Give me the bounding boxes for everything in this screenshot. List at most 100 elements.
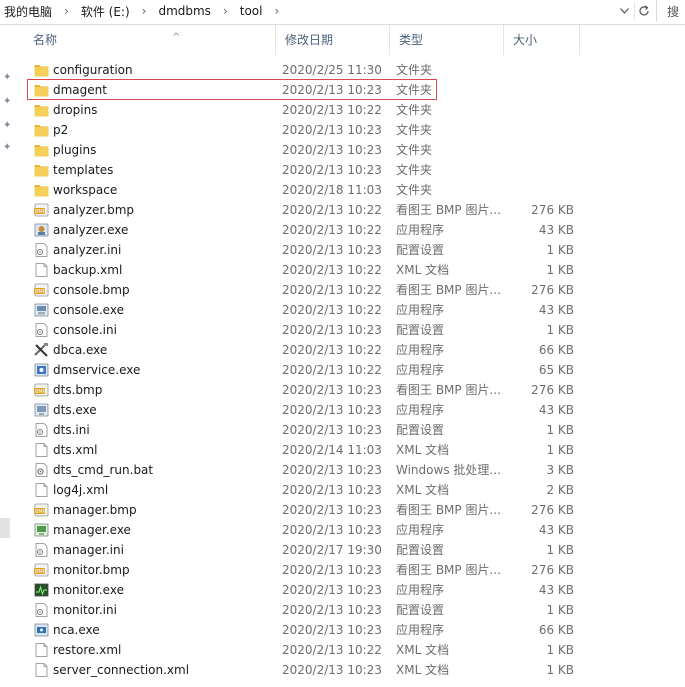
refresh-icon[interactable] <box>634 2 653 20</box>
file-type: Windows 批处理... <box>396 463 501 477</box>
dts-exe-icon <box>34 403 49 417</box>
breadcrumb-my-computer[interactable]: 我的电脑 <box>0 3 56 20</box>
list-item[interactable]: BMP monitor.bmp 2020/2/13 10:23 看图王 BMP 图片.… <box>24 560 584 580</box>
breadcrumb-tool[interactable]: tool <box>236 4 267 18</box>
file-name: templates <box>53 163 114 177</box>
file-name: dts.xml <box>53 443 98 457</box>
file-date: 2020/2/13 10:23 <box>282 603 382 617</box>
file-name: manager.ini <box>53 543 124 557</box>
bmp-icon: BMP <box>34 283 49 297</box>
breadcrumb-separator-icon[interactable]: › <box>266 4 287 18</box>
file-name: analyzer.exe <box>53 223 129 237</box>
file-date: 2020/2/13 10:22 <box>282 643 382 657</box>
file-name: console.exe <box>53 303 124 317</box>
manager-exe-icon <box>34 523 49 537</box>
file-type: 文件夹 <box>396 143 433 157</box>
list-item[interactable]: configuration 2020/2/25 11:30 文件夹 <box>24 60 584 80</box>
list-item[interactable]: p2 2020/2/13 10:23 文件夹 <box>24 120 584 140</box>
list-item[interactable]: server_connection.xml 2020/2/13 10:23 XML … <box>24 660 584 680</box>
sort-ascending-icon: ^ <box>172 32 181 43</box>
breadcrumb-drive-e[interactable]: 软件 (E:) <box>77 3 134 20</box>
file-size: 43 KB <box>538 523 574 537</box>
column-date-header[interactable]: 修改日期 <box>276 25 390 55</box>
search-input[interactable]: 搜 <box>656 0 685 22</box>
list-item[interactable]: backup.xml 2020/2/13 10:22 XML 文档 1 KB <box>24 260 584 280</box>
monitor-exe-icon <box>34 583 49 597</box>
list-item[interactable]: monitor.exe 2020/2/13 10:23 应用程序 43 KB <box>24 580 584 600</box>
list-item[interactable]: workspace 2020/2/18 11:03 文件夹 <box>24 180 584 200</box>
file-size: 1 KB <box>546 263 574 277</box>
file-type: 配置设置 <box>396 243 445 257</box>
list-item[interactable]: manager.ini 2020/2/17 19:30 配置设置 1 KB <box>24 540 584 560</box>
address-bar[interactable]: 我的电脑 › 软件 (E:) › dmdbms › tool › 搜 <box>0 0 685 25</box>
list-item[interactable]: console.ini 2020/2/13 10:23 配置设置 1 KB <box>24 320 584 340</box>
file-type: 配置设置 <box>396 423 445 437</box>
list-item[interactable]: dropins 2020/2/13 10:22 文件夹 <box>24 100 584 120</box>
file-type: 应用程序 <box>396 403 445 417</box>
file-size <box>504 180 574 200</box>
file-date: 2020/2/13 10:23 <box>282 423 382 437</box>
file-size: 1 KB <box>546 543 574 557</box>
pin-icon[interactable]: ✦ <box>3 121 13 131</box>
file-date: 2020/2/13 10:23 <box>282 163 382 177</box>
breadcrumb-separator-icon[interactable]: › <box>134 4 155 18</box>
breadcrumb-separator-icon[interactable]: › <box>56 4 77 18</box>
pin-icon[interactable]: ✦ <box>3 73 13 83</box>
file-name: console.bmp <box>53 283 130 297</box>
file-date: 2020/2/13 10:22 <box>282 263 382 277</box>
pin-icon[interactable]: ✦ <box>3 143 13 153</box>
file-date: 2020/2/13 10:23 <box>282 663 382 677</box>
column-type-header[interactable]: 类型 <box>390 25 504 55</box>
list-item[interactable]: BMP dts.bmp 2020/2/13 10:23 看图王 BMP 图片... 27… <box>24 380 584 400</box>
list-item[interactable]: dbca.exe 2020/2/13 10:22 应用程序 66 KB <box>24 340 584 360</box>
navigation-scrollbar[interactable] <box>0 518 10 538</box>
file-size: 43 KB <box>538 223 574 237</box>
breadcrumb-separator-icon[interactable]: › <box>215 4 236 18</box>
list-item[interactable]: monitor.ini 2020/2/13 10:23 配置设置 1 KB <box>24 600 584 620</box>
list-item[interactable]: dts.exe 2020/2/13 10:23 应用程序 43 KB <box>24 400 584 420</box>
file-name: p2 <box>53 123 69 137</box>
file-date: 2020/2/13 10:23 <box>282 243 382 257</box>
folder-icon <box>34 163 49 177</box>
file-type: XML 文档 <box>396 263 450 277</box>
list-item[interactable]: nca.exe 2020/2/13 10:23 应用程序 66 KB <box>24 620 584 640</box>
list-item[interactable]: BMP manager.bmp 2020/2/13 10:23 看图王 BMP 图片.… <box>24 500 584 520</box>
column-name-header[interactable]: 名称 ^ <box>24 25 276 55</box>
list-item[interactable]: dmservice.exe 2020/2/13 10:22 应用程序 65 KB <box>24 360 584 380</box>
list-item[interactable]: restore.xml 2020/2/13 10:22 XML 文档 1 KB <box>24 640 584 660</box>
svg-text:BMP: BMP <box>35 509 46 515</box>
column-size-header[interactable]: 大小 <box>504 25 580 55</box>
file-date: 2020/2/13 10:23 <box>282 383 382 397</box>
list-item[interactable]: BMP analyzer.bmp 2020/2/13 10:22 看图王 BMP 图片… <box>24 200 584 220</box>
file-date: 2020/2/13 10:23 <box>282 463 382 477</box>
file-type: 应用程序 <box>396 623 445 637</box>
file-size: 43 KB <box>538 403 574 417</box>
file-size <box>504 80 574 100</box>
xml-icon <box>34 483 49 497</box>
file-date: 2020/2/13 10:22 <box>282 203 382 217</box>
list-item[interactable]: manager.exe 2020/2/13 10:23 应用程序 43 KB <box>24 520 584 540</box>
list-item[interactable]: dts_cmd_run.bat 2020/2/13 10:23 Windows 批处… <box>24 460 584 480</box>
list-item[interactable]: dmagent 2020/2/13 10:23 文件夹 <box>24 80 584 100</box>
svg-text:BMP: BMP <box>35 209 46 215</box>
list-item[interactable]: plugins 2020/2/13 10:23 文件夹 <box>24 140 584 160</box>
list-item[interactable]: templates 2020/2/13 10:23 文件夹 <box>24 160 584 180</box>
list-item[interactable]: console.exe 2020/2/13 10:22 应用程序 43 KB <box>24 300 584 320</box>
file-date: 2020/2/13 10:22 <box>282 363 382 377</box>
file-name: manager.exe <box>53 523 131 537</box>
breadcrumb-dmdbms[interactable]: dmdbms <box>154 4 214 18</box>
list-item[interactable]: dts.xml 2020/2/14 11:03 XML 文档 1 KB <box>24 440 584 460</box>
list-item[interactable]: log4j.xml 2020/2/13 10:23 XML 文档 2 KB <box>24 480 584 500</box>
list-item[interactable]: analyzer.ini 2020/2/13 10:23 配置设置 1 KB <box>24 240 584 260</box>
file-date: 2020/2/13 10:22 <box>282 303 382 317</box>
file-size: 1 KB <box>546 643 574 657</box>
pin-icon[interactable]: ✦ <box>3 97 13 107</box>
column-size-label: 大小 <box>513 33 538 47</box>
file-date: 2020/2/13 10:22 <box>282 103 382 117</box>
list-item[interactable]: analyzer.exe 2020/2/13 10:22 应用程序 43 KB <box>24 220 584 240</box>
list-item[interactable]: dts.ini 2020/2/13 10:23 配置设置 1 KB <box>24 420 584 440</box>
file-date: 2020/2/13 10:23 <box>282 503 382 517</box>
file-date: 2020/2/13 10:22 <box>282 343 382 357</box>
list-item[interactable]: BMP console.bmp 2020/2/13 10:22 看图王 BMP 图片.… <box>24 280 584 300</box>
chevron-down-icon[interactable] <box>617 3 631 19</box>
